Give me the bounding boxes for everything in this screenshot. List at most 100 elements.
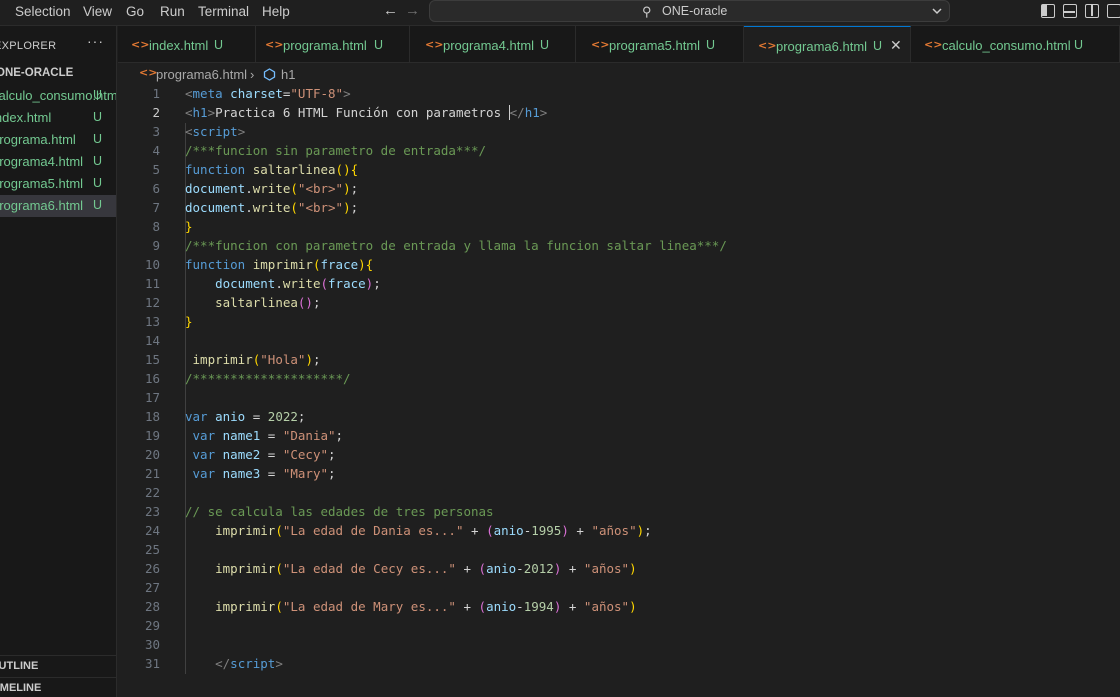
file-name: programa6.html [0,198,84,213]
tab-programa4[interactable]: <> programa4.html U [410,26,576,62]
line-number: 2 [152,105,160,120]
explorer-sidebar: EXPLORER ··· ONE-ORACLE calculo_consumo.… [0,26,117,697]
workspace-folder[interactable]: ONE-ORACLE [0,67,73,79]
forward-arrow-icon[interactable]: → [405,2,420,19]
line-number: 19 [144,428,160,443]
command-center-search[interactable]: ⚲ ONE-oracle [429,0,950,22]
code-line[interactable]: 6 document.write("<br>"); [118,180,1120,199]
file-item-programa[interactable]: programa.html U [0,129,116,151]
breadcrumb-symbol[interactable]: h1 [281,67,295,82]
code-text: document.write("<br>"); [185,200,359,215]
code-line[interactable]: 17 [118,389,1120,408]
code-line[interactable]: 23 // se calcula las edades de tres perso… [118,503,1120,522]
code-line[interactable]: 19 var name1 = "Dania"; [118,427,1120,446]
code-line[interactable]: 22 [118,484,1120,503]
git-status-badge: U [93,132,103,146]
file-item-calculo-consumo[interactable]: calculo_consumo.html U [0,85,116,107]
chevron-down-icon[interactable] [931,6,943,16]
file-item-programa5[interactable]: programa5.html U [0,173,116,195]
timeline-panel-header[interactable]: TIMELINE [0,677,116,697]
code-text: var name2 = "Cecy"; [192,447,336,462]
explorer-title: EXPLORER [0,40,57,52]
code-line[interactable]: 10 function imprimir(frace){ [118,256,1120,275]
file-name: programa5.html [0,176,84,191]
code-text: var name1 = "Dania"; [192,428,344,443]
tab-programa5[interactable]: <> programa5.html U [576,26,744,62]
code-editor[interactable]: 1 <meta charset="UTF-8"> 2 <h1>Practica 6 H… [118,85,1120,697]
code-line[interactable]: 7 document.write("<br>"); [118,199,1120,218]
line-number: 17 [144,390,160,405]
code-line[interactable]: 28 imprimir("La edad de Mary es..." + (a… [118,598,1120,617]
more-actions-icon[interactable]: ··· [87,33,104,49]
code-line[interactable]: 26 imprimir("La edad de Cecy es..." + (a… [118,560,1120,579]
back-arrow-icon[interactable]: ← [383,2,398,19]
code-text: var anio = 2022; [185,409,306,424]
menu-help[interactable]: Help [262,4,290,19]
file-item-programa4[interactable]: programa4.html U [0,151,116,173]
code-line[interactable]: 3 <script> [118,123,1120,142]
code-line[interactable]: 8} [118,218,1120,237]
code-line[interactable]: 21 var name3 = "Mary"; [118,465,1120,484]
code-text: /***funcion con parametro de entrada y l… [185,238,727,253]
toggle-sidebar-icon[interactable] [1041,4,1055,18]
code-line[interactable]: 31 </script> [118,655,1120,674]
code-text: <meta charset="UTF-8"> [185,86,351,101]
file-name: index.html [0,110,52,125]
tab-programa[interactable]: <> programa.html U [256,26,410,62]
line-number: 7 [152,200,160,215]
tab-label: calculo_consumo.html [942,38,1071,53]
code-line[interactable]: 27 [118,579,1120,598]
menu-view[interactable]: View [83,4,112,19]
line-number: 13 [144,314,160,329]
indent-guide [185,332,186,351]
code-line[interactable]: 13} [118,313,1120,332]
indent-guide [185,636,186,655]
file-item-programa6[interactable]: programa6.html U [0,195,116,217]
line-number: 5 [152,162,160,177]
git-status-badge: U [374,38,384,52]
code-text: function imprimir(frace){ [185,257,374,272]
code-line[interactable]: 2 <h1>Practica 6 HTML Función con paramet… [118,104,1120,123]
symbol-element-icon [263,68,276,81]
code-line[interactable]: 9 /***funcion con parametro de entrada y … [118,237,1120,256]
code-text: /********************/ [185,371,351,386]
code-line[interactable]: 12 saltarlinea(); [118,294,1120,313]
code-line[interactable]: 18 var anio = 2022; [118,408,1120,427]
menu-selection[interactable]: Selection [15,4,71,19]
breadcrumb-file[interactable]: programa6.html [156,67,247,82]
toggle-secondary-sidebar-icon[interactable] [1085,4,1099,18]
code-line[interactable]: 11 document.write(frace); [118,275,1120,294]
code-text: document.write("<br>"); [185,181,359,196]
toggle-panel-icon[interactable] [1063,4,1077,18]
tab-index[interactable]: <> index.html U [118,26,256,62]
code-line[interactable]: 30 [118,636,1120,655]
code-line[interactable]: 29 [118,617,1120,636]
file-item-index[interactable]: index.html U [0,107,116,129]
git-status-badge: U [93,176,103,190]
code-line[interactable]: 20 var name2 = "Cecy"; [118,446,1120,465]
menu-run[interactable]: Run [160,4,185,19]
close-icon[interactable]: ✕ [890,37,902,54]
customize-layout-icon[interactable] [1107,4,1120,18]
menu-go[interactable]: Go [126,4,144,19]
menu-terminal[interactable]: Terminal [198,4,249,19]
line-number: 12 [144,295,160,310]
outline-panel-header[interactable]: OUTLINE [0,655,116,677]
line-number: 8 [152,219,160,234]
code-line[interactable]: 5 function saltarlinea(){ [118,161,1120,180]
tab-programa6[interactable]: <> programa6.html U ✕ [744,26,911,62]
indent-guide [185,389,186,408]
html-file-icon: <> [265,38,284,51]
code-line[interactable]: 4 /***funcion sin parametro de entrada***… [118,142,1120,161]
code-line[interactable]: 25 [118,541,1120,560]
code-text: // se calcula las edades de tres persona… [185,504,494,519]
tab-calculo-consumo[interactable]: <> calculo_consumo.html U [911,26,1120,62]
code-line[interactable]: 16 /********************/ [118,370,1120,389]
code-line[interactable]: 14 [118,332,1120,351]
line-number: 27 [144,580,160,595]
code-text: function saltarlinea(){ [185,162,359,177]
code-line[interactable]: 15 imprimir("Hola"); [118,351,1120,370]
line-number: 28 [144,599,160,614]
code-line[interactable]: 1 <meta charset="UTF-8"> [118,85,1120,104]
code-line[interactable]: 24 imprimir("La edad de Dania es..." + (… [118,522,1120,541]
